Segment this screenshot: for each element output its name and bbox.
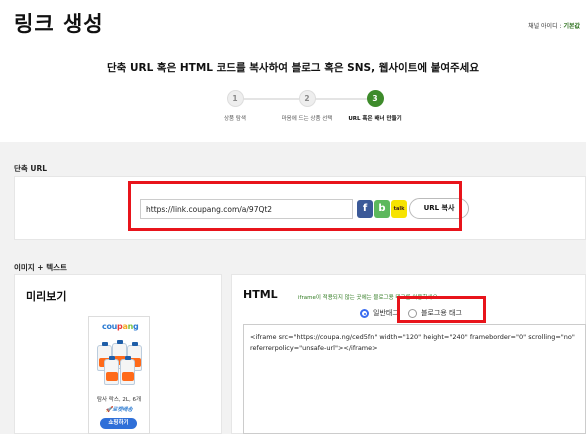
header-area: 링크 생성 채널 아이디 : 기본값 단축 URL 혹은 HTML 코드를 복사… [0,0,586,142]
step-number: 2 [298,90,316,107]
shop-now-button[interactable]: 쇼핑하기 [100,418,137,429]
step-1: 1 상품 탐색 [195,90,275,122]
step-label: URL 혹은 배너 만들기 [348,116,402,122]
html-title: HTML [243,288,278,301]
radio-general-tag-label[interactable]: 일반태그 [373,308,399,318]
image-text-section-label: 이미지 + 텍스트 [14,263,67,272]
radio-general-tag[interactable] [360,309,369,318]
preview-title: 미리보기 [26,290,67,303]
rocket-delivery-label: 로켓배송 [112,407,133,413]
highlight-box-url [128,181,462,231]
step-3: 3 URL 혹은 배너 만들기 [335,90,415,122]
rocket-delivery-badge: 🚀로켓배송 [89,405,149,413]
channel-value: 기본값 [563,23,580,30]
html-code-textarea[interactable]: <iframe src="https://coupa.ng/ced5fn" wi… [243,324,586,434]
short-url-section-label: 단축 URL [14,164,48,173]
product-name: 탐사 락스, 2L, 6개 [96,397,142,403]
instructions: 단축 URL 혹은 HTML 코드를 복사하여 블로그 혹은 SNS, 웹사이트… [106,62,479,74]
step-indicator: 1 상품 탐색 2 마음에 드는 상품 선택 3 URL 혹은 배너 만들기 [0,90,586,130]
highlight-box-blog-tag [397,296,486,323]
product-image [95,335,145,387]
page-title: 링크 생성 [14,12,104,36]
step-number: 1 [226,90,244,107]
step-label: 상품 탐색 [224,116,246,122]
step-number: 3 [366,90,384,107]
channel-id: 채널 아이디 : 기본값 [528,21,580,30]
coupang-logo: coupang [102,322,139,331]
banner-preview[interactable]: coupang 탐사 락스, 2L, 6개 🚀로켓배송 쇼핑하기 [88,316,150,434]
channel-label: 채널 아이디 : [528,23,562,30]
